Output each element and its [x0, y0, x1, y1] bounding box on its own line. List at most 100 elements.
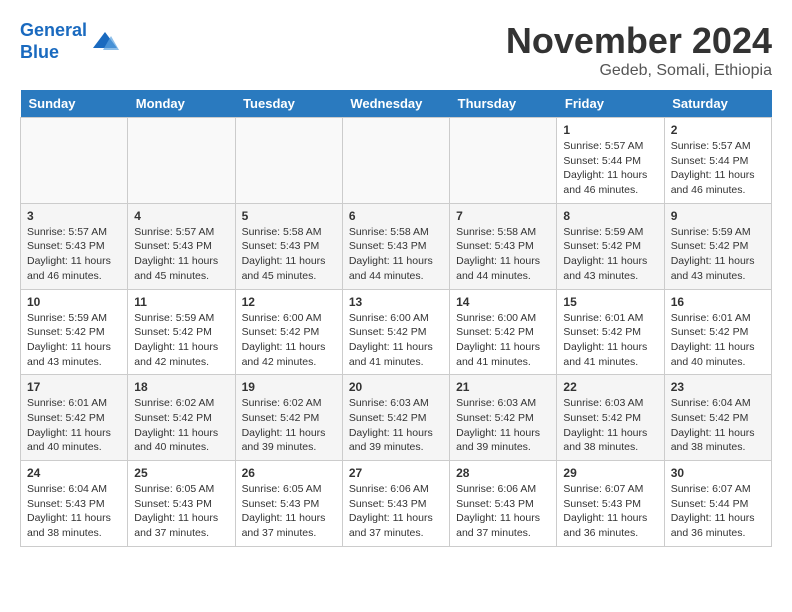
day-number: 24 [27, 466, 121, 480]
day-cell-28: 28Sunrise: 6:06 AMSunset: 5:43 PMDayligh… [450, 461, 557, 547]
day-number: 18 [134, 380, 228, 394]
day-info: Daylight: 11 hours and 39 minutes. [349, 426, 443, 455]
day-info: Sunrise: 6:06 AM [456, 482, 550, 497]
day-info: Sunset: 5:42 PM [349, 325, 443, 340]
day-info: Sunrise: 5:57 AM [134, 225, 228, 240]
month-title: November 2024 [506, 20, 772, 62]
day-cell-22: 22 Sunrise: 6:03 AMSunset: 5:42 PMDayligh… [557, 375, 664, 461]
empty-cell [235, 118, 342, 204]
day-info: Daylight: 11 hours and 39 minutes. [242, 426, 336, 455]
empty-cell [450, 118, 557, 204]
day-number: 28 [456, 466, 550, 480]
day-info: Sunrise: 5:59 AM [27, 311, 121, 326]
day-info: Daylight: 11 hours and 43 minutes. [563, 254, 657, 283]
day-info: Sunrise: 6:06 AM [349, 482, 443, 497]
day-info: Sunset: 5:42 PM [27, 325, 121, 340]
day-info: Daylight: 11 hours and 45 minutes. [134, 254, 228, 283]
day-number: 19 [242, 380, 336, 394]
location: Gedeb, Somali, Ethiopia [506, 62, 772, 80]
day-info: Sunset: 5:42 PM [563, 325, 657, 340]
day-cell-15: 15Sunrise: 6:01 AMSunset: 5:42 PMDayligh… [557, 289, 664, 375]
day-info: Daylight: 11 hours and 42 minutes. [134, 340, 228, 369]
day-info: Daylight: 11 hours and 39 minutes. [456, 426, 550, 455]
day-info: Sunset: 5:43 PM [134, 497, 228, 512]
day-cell-4: 4Sunrise: 5:57 AMSunset: 5:43 PMDaylight… [128, 203, 235, 289]
day-info: Daylight: 11 hours and 41 minutes. [563, 340, 657, 369]
day-info: Sunset: 5:44 PM [671, 154, 765, 169]
day-number: 2 [671, 123, 765, 137]
day-info: Daylight: 11 hours and 38 minutes. [563, 426, 657, 455]
day-number: 22 [563, 380, 657, 394]
week-row-2: 3Sunrise: 5:57 AMSunset: 5:43 PMDaylight… [21, 203, 772, 289]
day-number: 30 [671, 466, 765, 480]
day-info: Sunrise: 5:58 AM [456, 225, 550, 240]
day-info: Sunset: 5:43 PM [456, 239, 550, 254]
day-info: Sunset: 5:42 PM [563, 411, 657, 426]
day-info: Daylight: 11 hours and 37 minutes. [456, 511, 550, 540]
day-cell-10: 10Sunrise: 5:59 AMSunset: 5:42 PMDayligh… [21, 289, 128, 375]
day-info: Sunrise: 6:03 AM [563, 396, 657, 411]
day-info: Daylight: 11 hours and 38 minutes. [27, 511, 121, 540]
week-row-1: 1Sunrise: 5:57 AMSunset: 5:44 PMDaylight… [21, 118, 772, 204]
day-info: Daylight: 11 hours and 37 minutes. [134, 511, 228, 540]
day-info: Sunset: 5:43 PM [349, 497, 443, 512]
day-number: 4 [134, 209, 228, 223]
empty-cell [342, 118, 449, 204]
day-info: Sunset: 5:42 PM [671, 325, 765, 340]
header-sunday: Sunday [21, 90, 128, 118]
logo-icon [91, 28, 119, 56]
day-cell-6: 6Sunrise: 5:58 AMSunset: 5:43 PMDaylight… [342, 203, 449, 289]
day-info: Sunset: 5:42 PM [671, 411, 765, 426]
day-info: Daylight: 11 hours and 36 minutes. [563, 511, 657, 540]
day-info: Sunrise: 6:00 AM [242, 311, 336, 326]
day-cell-21: 21Sunrise: 6:03 AMSunset: 5:42 PMDayligh… [450, 375, 557, 461]
day-cell-26: 26Sunrise: 6:05 AMSunset: 5:43 PMDayligh… [235, 461, 342, 547]
day-number: 9 [671, 209, 765, 223]
day-info: Sunset: 5:43 PM [242, 497, 336, 512]
day-number: 10 [27, 295, 121, 309]
day-cell-3: 3Sunrise: 5:57 AMSunset: 5:43 PMDaylight… [21, 203, 128, 289]
page-header: General Blue November 2024 Gedeb, Somali… [20, 20, 772, 80]
day-cell-18: 18Sunrise: 6:02 AMSunset: 5:42 PMDayligh… [128, 375, 235, 461]
day-cell-9: 9 Sunrise: 5:59 AMSunset: 5:42 PMDaylight… [664, 203, 771, 289]
day-info: Sunrise: 5:59 AM [671, 225, 765, 240]
day-number: 20 [349, 380, 443, 394]
day-number: 8 [563, 209, 657, 223]
week-row-4: 17Sunrise: 6:01 AMSunset: 5:42 PMDayligh… [21, 375, 772, 461]
day-number: 21 [456, 380, 550, 394]
day-number: 29 [563, 466, 657, 480]
day-number: 1 [563, 123, 657, 137]
day-info: Sunset: 5:42 PM [671, 239, 765, 254]
day-number: 15 [563, 295, 657, 309]
day-cell-17: 17Sunrise: 6:01 AMSunset: 5:42 PMDayligh… [21, 375, 128, 461]
day-info: Sunrise: 5:58 AM [242, 225, 336, 240]
day-number: 13 [349, 295, 443, 309]
day-cell-25: 25Sunrise: 6:05 AMSunset: 5:43 PMDayligh… [128, 461, 235, 547]
day-number: 11 [134, 295, 228, 309]
day-number: 25 [134, 466, 228, 480]
day-cell-29: 29Sunrise: 6:07 AMSunset: 5:43 PMDayligh… [557, 461, 664, 547]
day-cell-30: 30Sunrise: 6:07 AMSunset: 5:44 PMDayligh… [664, 461, 771, 547]
header-monday: Monday [128, 90, 235, 118]
day-info: Daylight: 11 hours and 43 minutes. [671, 254, 765, 283]
day-info: Daylight: 11 hours and 41 minutes. [456, 340, 550, 369]
day-number: 23 [671, 380, 765, 394]
day-number: 14 [456, 295, 550, 309]
logo-line2: Blue [20, 42, 59, 62]
day-info: Daylight: 11 hours and 46 minutes. [27, 254, 121, 283]
day-info: Sunset: 5:43 PM [27, 497, 121, 512]
day-info: Sunset: 5:42 PM [242, 411, 336, 426]
day-info: Daylight: 11 hours and 37 minutes. [242, 511, 336, 540]
day-info: Sunset: 5:42 PM [456, 325, 550, 340]
day-info: Daylight: 11 hours and 41 minutes. [349, 340, 443, 369]
day-info: Sunrise: 5:58 AM [349, 225, 443, 240]
day-number: 17 [27, 380, 121, 394]
day-number: 12 [242, 295, 336, 309]
day-info: Sunrise: 5:59 AM [563, 225, 657, 240]
empty-cell [128, 118, 235, 204]
empty-cell [21, 118, 128, 204]
day-info: Sunrise: 6:05 AM [242, 482, 336, 497]
header-row: SundayMondayTuesdayWednesdayThursdayFrid… [21, 90, 772, 118]
day-info: Sunrise: 5:57 AM [671, 139, 765, 154]
day-info: Sunrise: 6:07 AM [671, 482, 765, 497]
